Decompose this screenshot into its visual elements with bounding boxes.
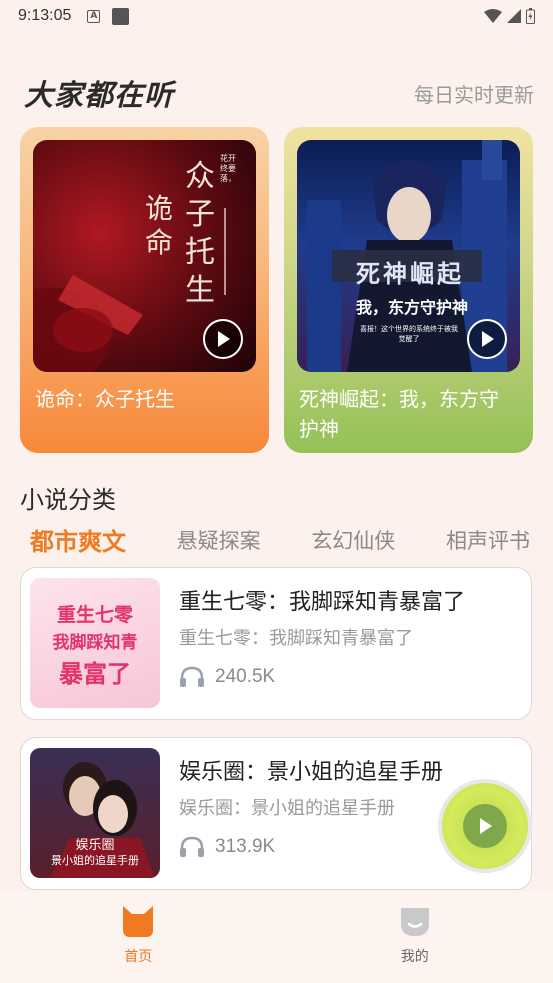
- book-cover: 花开 终要落， 诡命 众子托生: [33, 140, 256, 372]
- status-time: 9:13:05: [18, 7, 72, 24]
- play-button[interactable]: [203, 319, 243, 359]
- cover-title-b: 众子托生: [185, 159, 215, 308]
- floating-play-control: [463, 804, 507, 848]
- tab-mystery[interactable]: 悬疑探案: [177, 525, 261, 555]
- wifi-icon: [484, 9, 502, 23]
- categories-title: 小说分类: [20, 486, 116, 514]
- featured-card-2[interactable]: 死神崛起 我，东方守护神 喜报！这个世界的系统终于被我觉醒了 死神崛起：我，东方…: [284, 127, 533, 453]
- book-title: 重生七零：我脚踩知青暴富了: [179, 590, 466, 615]
- book-title: 娱乐圈：景小姐的追星手册: [179, 760, 444, 785]
- cover-line-3: 暴富了: [59, 660, 131, 688]
- play-count-value: 240.5K: [215, 666, 276, 687]
- cover-title-a: 诡命: [145, 192, 174, 259]
- tab-fantasy[interactable]: 玄幻仙侠: [311, 525, 395, 555]
- book-cover: 娱乐圈 景小姐的追星手册: [30, 748, 160, 878]
- nav-mine[interactable]: 我的: [277, 892, 553, 983]
- nav-mine-label: 我的: [400, 949, 429, 965]
- cover-small-text: 喜报！这个世界的系统终于被我觉醒了: [360, 325, 458, 343]
- book-cover: 重生七零 我脚踩知青 暴富了: [30, 578, 160, 708]
- cover-title-b: 我，东方守护神: [355, 298, 468, 317]
- book-list-item[interactable]: 重生七零 我脚踩知青 暴富了 重生七零：我脚踩知青暴富了 重生七零：我脚踩知青暴…: [20, 567, 532, 720]
- cover-small-text: 花开 终要落，: [220, 154, 236, 183]
- cover-line-2: 我脚踩知青: [52, 633, 138, 653]
- featured-card-title: 诡命：众子托生: [35, 387, 175, 411]
- notification-a-icon: A: [87, 9, 101, 23]
- featured-title: 大家都在听: [24, 78, 175, 112]
- tab-crosstalk[interactable]: 相声评书: [446, 525, 530, 555]
- book-cover: 死神崛起 我，东方守护神 喜报！这个世界的系统终于被我觉醒了: [297, 140, 520, 372]
- featured-header: 大家都在听 每日实时更新: [24, 72, 534, 114]
- featured-card-1[interactable]: 花开 终要落， 诡命 众子托生 诡命：众子托生: [20, 127, 269, 453]
- play-count: 240.5K: [179, 666, 275, 688]
- home-cat-icon: [123, 906, 154, 937]
- featured-card-title: 死神崛起：我，东方守护神: [299, 387, 499, 441]
- play-count-value: 313.9K: [215, 836, 276, 857]
- headphones-icon: [180, 836, 204, 857]
- cover-line-2: 景小姐的追星手册: [51, 854, 139, 867]
- notification-square-icon: [112, 7, 130, 25]
- signal-icon: [507, 9, 521, 23]
- nav-home[interactable]: 首页: [0, 892, 277, 983]
- cover-line-1: 重生七零: [56, 604, 133, 626]
- profile-icon: [400, 908, 429, 936]
- status-bar: 9:13:05 A: [0, 0, 553, 32]
- featured-subtitle: 每日实时更新: [414, 82, 534, 107]
- tab-urban[interactable]: 都市爽文: [30, 522, 126, 557]
- bottom-nav: 首页 我的: [0, 892, 553, 983]
- book-subtitle: 娱乐圈：景小姐的追星手册: [179, 798, 395, 819]
- cover-title-a: 死神崛起: [356, 260, 464, 288]
- category-tabs: 都市爽文 悬疑探案 玄幻仙侠 相声评书: [30, 522, 530, 557]
- play-icon: [218, 331, 230, 347]
- nav-home-label: 首页: [124, 949, 153, 965]
- play-button[interactable]: [467, 319, 507, 359]
- book-subtitle: 重生七零：我脚踩知青暴富了: [179, 628, 413, 649]
- battery-icon: [526, 8, 535, 24]
- cover-line-1: 娱乐圈: [75, 838, 115, 853]
- play-icon: [480, 818, 492, 834]
- play-icon: [482, 331, 494, 347]
- headphones-icon: [180, 666, 204, 687]
- floating-player-button[interactable]: [438, 779, 532, 873]
- play-count: 313.9K: [179, 836, 275, 858]
